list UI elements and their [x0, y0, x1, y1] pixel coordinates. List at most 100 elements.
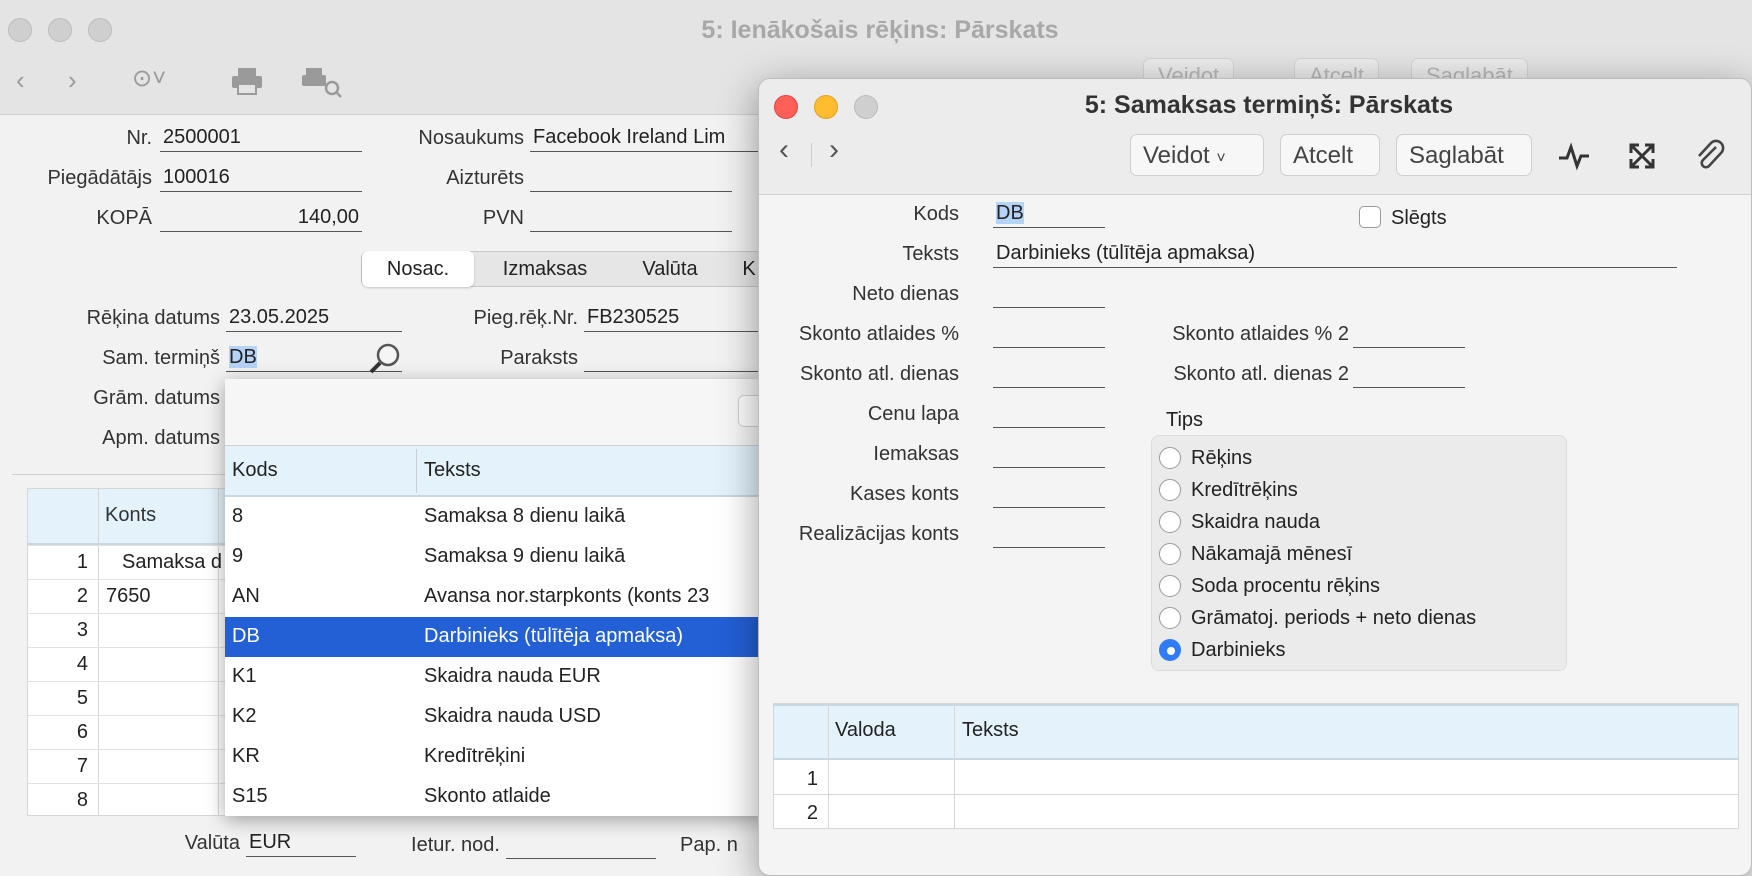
popup-item-text: Avansa nor.starpkonts (konts 23	[424, 585, 710, 607]
text-field[interactable]: Darbinieks (tūlītēja apmaksa)	[993, 242, 1677, 268]
price-list-label: Cenu lapa	[867, 403, 959, 425]
lookup-magnifier-icon[interactable]	[368, 342, 402, 380]
col-header-text[interactable]: Teksts	[962, 719, 1019, 742]
back-icon[interactable]: ‹	[16, 65, 25, 96]
type-radio[interactable]	[1159, 479, 1181, 501]
row-account[interactable]: 7650	[106, 585, 151, 608]
row-account[interactable]: Samaksa d	[122, 551, 222, 574]
held-field[interactable]	[530, 166, 732, 192]
activity-icon[interactable]	[1557, 141, 1591, 177]
code-field[interactable]: DB	[993, 202, 1105, 228]
popup-list-item[interactable]: KR Kredītrēķini	[225, 737, 765, 777]
close-window-button[interactable]	[8, 18, 32, 42]
popup-item-code: K2	[232, 705, 257, 727]
popup-list-item[interactable]: 9 Samaksa 9 dienu laikā	[225, 537, 765, 577]
net-days-field[interactable]	[993, 282, 1105, 308]
popup-list-item[interactable]: AN Avansa nor.starpkonts (konts 23	[225, 577, 765, 617]
popup-item-code: S15	[232, 785, 268, 807]
row-number: 2	[806, 802, 818, 824]
popup-list-item[interactable]: K2 Skaidra nauda USD	[225, 697, 765, 737]
zoom-window-button[interactable]	[88, 18, 112, 42]
nav-divider	[811, 143, 812, 167]
popup-list-item[interactable]: 8 Samaksa 8 dienu laikā	[225, 497, 765, 537]
type-radio-label: Darbinieks	[1191, 639, 1286, 661]
payment-terms-title: 5: Samaksas termiņš: Pārskats	[1084, 91, 1454, 119]
popup-item-code: K1	[232, 665, 257, 687]
print-icon[interactable]	[230, 66, 264, 103]
type-radio[interactable]	[1159, 447, 1181, 469]
popup-item-text: Skonto atlaide	[424, 785, 551, 807]
type-radio[interactable]	[1159, 511, 1181, 533]
pay-date-label: Apm. datums	[102, 427, 220, 449]
payment-terms-window: 5: Samaksas termiņš: Pārskats ‹ › Veidot…	[758, 78, 1752, 876]
popup-item-code: AN	[232, 585, 260, 607]
tab-costs[interactable]: Izmaksas	[484, 251, 606, 287]
popup-list-item[interactable]: DB Darbinieks (tūlītēja apmaksa)	[225, 617, 765, 657]
vat-label: PVN	[482, 207, 524, 229]
tab-currency[interactable]: Valūta	[616, 251, 724, 287]
popup-item-text: Skaidra nauda USD	[424, 705, 601, 727]
close-window-button[interactable]	[774, 95, 798, 119]
zoom-window-button[interactable]	[854, 95, 878, 119]
attachment-icon[interactable]	[1694, 139, 1726, 179]
type-radio[interactable]	[1159, 575, 1181, 597]
payment-terms-titlebar: 5: Samaksas termiņš: Pārskats ‹ › Veidot…	[759, 79, 1751, 195]
popup-item-text: Skaidra nauda EUR	[424, 665, 601, 687]
popup-item-code: DB	[232, 625, 260, 647]
type-radio[interactable]	[1159, 543, 1181, 565]
row-divider	[774, 794, 1738, 795]
discount-days2-field[interactable]	[1353, 362, 1465, 388]
posting-date-label: Grām. datums	[93, 387, 220, 409]
language-grid-header	[774, 704, 1738, 760]
supplier-invoice-field[interactable]: FB230525	[584, 306, 764, 332]
minimize-window-button[interactable]	[48, 18, 72, 42]
row-number: 4	[76, 653, 88, 675]
cash-account-field[interactable]	[993, 482, 1105, 508]
held-label: Aizturēts	[446, 167, 524, 189]
total-field[interactable]: 140,00	[160, 206, 362, 232]
discount-days2-label: Skonto atl. dienas 2	[1173, 363, 1349, 385]
save-button[interactable]: Saglabāt	[1396, 134, 1532, 176]
forward-icon[interactable]: ›	[829, 133, 839, 167]
back-icon[interactable]: ‹	[779, 133, 789, 167]
realization-account-field[interactable]	[993, 522, 1105, 548]
discount-pct2-field[interactable]	[1353, 322, 1465, 348]
name-field[interactable]: Facebook Ireland Lim	[530, 126, 760, 152]
invoice-date-field[interactable]: 23.05.2025	[226, 306, 402, 332]
tab-conditions[interactable]: Nosac.	[362, 251, 474, 287]
dept-label: Ietur. nod.	[411, 834, 500, 856]
popup-col-code[interactable]: Kods	[232, 459, 278, 482]
fullscreen-icon[interactable]	[1627, 141, 1657, 177]
closed-checkbox[interactable]	[1359, 206, 1381, 228]
price-list-field[interactable]	[993, 402, 1105, 428]
discount-pct-label: Skonto atlaides %	[798, 323, 959, 345]
minimize-window-button[interactable]	[814, 95, 838, 119]
popup-col-text[interactable]: Teksts	[424, 459, 481, 482]
type-radio[interactable]	[1159, 639, 1181, 661]
cash-account-label: Kases konts	[850, 483, 959, 505]
pap-label: Pap. n	[680, 834, 738, 856]
payments-field[interactable]	[993, 442, 1105, 468]
dept-field[interactable]	[506, 833, 656, 859]
popup-list-item[interactable]: S15 Skonto atlaide	[225, 777, 765, 816]
nr-field[interactable]: 2500001	[160, 126, 362, 152]
supplier-field[interactable]: 100016	[160, 166, 362, 192]
type-radio[interactable]	[1159, 607, 1181, 629]
vat-field[interactable]	[530, 206, 732, 232]
nr-label: Nr.	[126, 127, 152, 149]
col-header-language[interactable]: Valoda	[835, 719, 896, 742]
more-actions-icon[interactable]: ⊙˅	[132, 64, 166, 93]
currency-field[interactable]: EUR	[246, 831, 356, 857]
discount-days-label: Skonto atl. dienas	[800, 363, 959, 385]
popup-item-code: 8	[232, 505, 244, 527]
print-preview-icon[interactable]	[300, 66, 344, 105]
signature-field[interactable]	[584, 346, 764, 372]
create-button[interactable]: Veidot ˅	[1130, 134, 1264, 176]
row-number: 2	[76, 585, 88, 607]
type-radio-label: Skaidra nauda	[1191, 511, 1320, 533]
cancel-button[interactable]: Atcelt	[1280, 134, 1380, 176]
forward-icon[interactable]: ›	[68, 65, 77, 96]
language-grid: Valoda Teksts 1 2	[773, 703, 1739, 829]
popup-list-item[interactable]: K1 Skaidra nauda EUR	[225, 657, 765, 697]
col-header-account[interactable]: Konts	[105, 504, 156, 527]
